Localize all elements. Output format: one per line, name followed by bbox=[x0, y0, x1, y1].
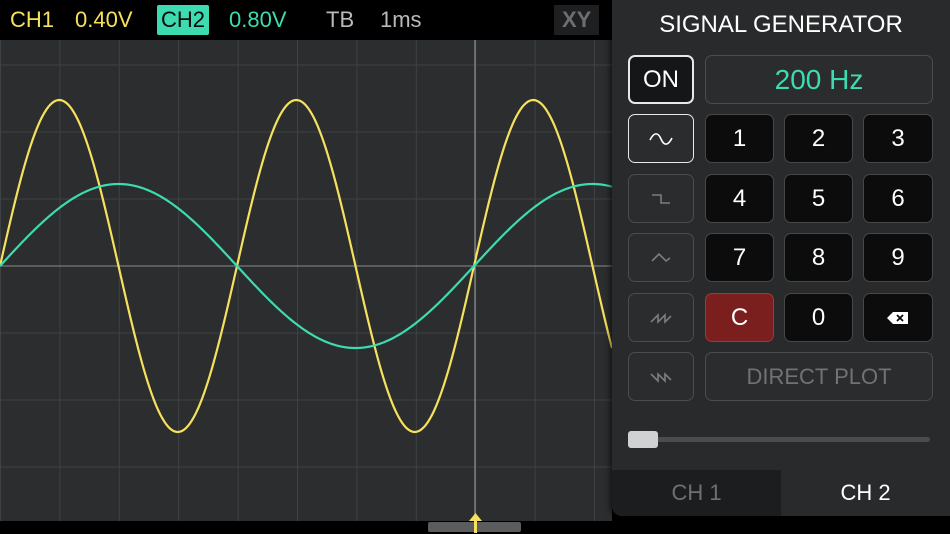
trigger-marker-icon[interactable] bbox=[469, 513, 482, 533]
sine-wave-icon bbox=[649, 132, 673, 145]
timebase-value[interactable]: 1ms bbox=[380, 5, 422, 35]
sine-wave-button[interactable] bbox=[628, 114, 694, 163]
backspace-icon bbox=[887, 311, 908, 324]
reverse-sawtooth-wave-icon bbox=[650, 371, 672, 383]
triangle-wave-button[interactable] bbox=[628, 233, 694, 282]
key-6[interactable]: 6 bbox=[863, 174, 933, 223]
tab-ch2[interactable]: CH 2 bbox=[781, 470, 950, 516]
reverse-sawtooth-wave-button[interactable] bbox=[628, 352, 694, 401]
key-5[interactable]: 5 bbox=[784, 174, 853, 223]
generator-on-button[interactable]: ON bbox=[628, 55, 694, 104]
triangle-wave-icon bbox=[651, 252, 671, 262]
waveform-plot bbox=[0, 40, 614, 522]
scope-top-bar: CH1 0.40V CH2 0.80V TB 1ms XY bbox=[0, 0, 612, 40]
key-1[interactable]: 1 bbox=[705, 114, 774, 163]
key-4[interactable]: 4 bbox=[705, 174, 774, 223]
key-8[interactable]: 8 bbox=[784, 233, 853, 282]
ch2-label[interactable]: CH2 bbox=[157, 5, 210, 35]
key-9[interactable]: 9 bbox=[863, 233, 933, 282]
clear-key[interactable]: C bbox=[705, 293, 774, 342]
ch1-volts-per-div[interactable]: 0.40V bbox=[75, 5, 133, 35]
key-7[interactable]: 7 bbox=[705, 233, 774, 282]
ch1-label[interactable]: CH1 bbox=[10, 5, 54, 35]
square-wave-icon bbox=[652, 193, 670, 204]
scope-grid bbox=[0, 40, 612, 522]
sawtooth-wave-button[interactable] bbox=[628, 293, 694, 342]
backspace-key[interactable] bbox=[863, 293, 933, 342]
key-0[interactable]: 0 bbox=[784, 293, 853, 342]
oscilloscope-display[interactable] bbox=[0, 40, 614, 522]
key-2[interactable]: 2 bbox=[784, 114, 853, 163]
amplitude-slider-track[interactable] bbox=[628, 437, 930, 442]
sawtooth-wave-icon bbox=[650, 312, 672, 324]
timebase-label[interactable]: TB bbox=[326, 5, 354, 35]
amplitude-slider-thumb[interactable] bbox=[628, 431, 658, 448]
ch2-volts-per-div[interactable]: 0.80V bbox=[229, 5, 287, 35]
tab-ch1[interactable]: CH 1 bbox=[612, 470, 781, 516]
square-wave-button[interactable] bbox=[628, 174, 694, 223]
key-3[interactable]: 3 bbox=[863, 114, 933, 163]
xy-mode-button[interactable]: XY bbox=[554, 5, 600, 35]
frequency-display[interactable]: 200 Hz bbox=[705, 55, 933, 104]
panel-title: SIGNAL GENERATOR bbox=[659, 11, 903, 38]
direct-plot-button[interactable]: DIRECT PLOT bbox=[705, 352, 933, 401]
